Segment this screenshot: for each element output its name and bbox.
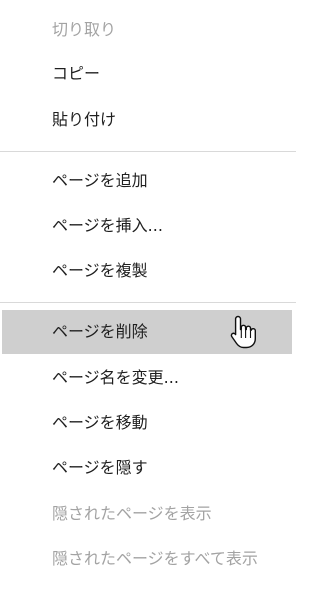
menu-item-insert-page[interactable]: ページを挿入... bbox=[0, 204, 296, 248]
context-menu: 切り取り コピー 貼り付け ページを追加 ページを挿入... ページを複製 ペー… bbox=[0, 0, 296, 590]
menu-item-move-page[interactable]: ページを移動 bbox=[0, 401, 296, 445]
menu-separator bbox=[0, 151, 296, 152]
hand-pointer-icon bbox=[230, 315, 256, 349]
menu-item-copy[interactable]: コピー bbox=[0, 52, 296, 96]
menu-item-rename-page[interactable]: ページ名を変更... bbox=[0, 356, 296, 400]
menu-item-duplicate-page[interactable]: ページを複製 bbox=[0, 249, 296, 293]
menu-item-show-hidden-page: 隠されたページを表示 bbox=[52, 504, 212, 523]
menu-item-add-page[interactable]: ページを追加 bbox=[0, 159, 296, 203]
menu-item-cut: 切り取り bbox=[52, 20, 117, 39]
menu-separator bbox=[0, 302, 296, 303]
menu-item-paste[interactable]: 貼り付け bbox=[0, 98, 296, 142]
menu-item-show-all-hidden-pages: 隠されたページをすべて表示 bbox=[52, 549, 258, 568]
menu-item-hide-page[interactable]: ページを隠す bbox=[0, 446, 296, 490]
